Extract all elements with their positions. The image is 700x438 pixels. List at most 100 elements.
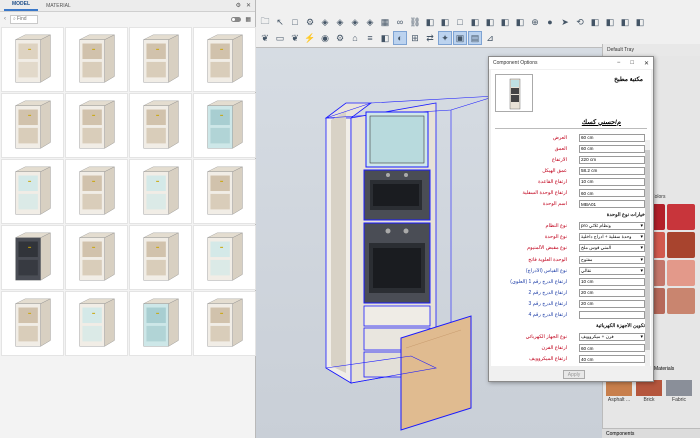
hat-icon[interactable]: ⌂ bbox=[348, 31, 362, 45]
leaf-icon[interactable]: ❦ bbox=[258, 31, 272, 45]
component-thumbnail[interactable] bbox=[65, 93, 128, 158]
folder-icon[interactable]: 🗀 bbox=[258, 15, 272, 29]
option-input[interactable]: 60 cm bbox=[579, 133, 645, 142]
box-icon[interactable]: ◧ bbox=[588, 15, 602, 29]
component-thumbnail[interactable] bbox=[1, 225, 64, 290]
box-icon[interactable]: ◧ bbox=[468, 15, 482, 29]
box-icon[interactable]: ◧ bbox=[603, 15, 617, 29]
measure-icon[interactable]: ⊞ bbox=[408, 31, 422, 45]
option-input[interactable]: 10 cm bbox=[579, 177, 645, 186]
square-icon[interactable]: □ bbox=[288, 15, 302, 29]
box-icon[interactable]: ◧ bbox=[498, 15, 512, 29]
component-thumbnail[interactable] bbox=[65, 27, 128, 92]
component-thumbnail[interactable] bbox=[129, 159, 192, 224]
option-select[interactable]: فرن + ميكروويف bbox=[579, 333, 645, 342]
rect-icon[interactable]: ▭ bbox=[273, 31, 287, 45]
arrows-icon[interactable]: ⇄ bbox=[423, 31, 437, 45]
color-swatch[interactable] bbox=[667, 288, 695, 314]
dot-icon[interactable]: ● bbox=[543, 15, 557, 29]
stack-icon[interactable]: ≡ bbox=[363, 31, 377, 45]
plus-icon[interactable]: ⊕ bbox=[528, 15, 542, 29]
apply-button[interactable]: Apply bbox=[563, 370, 585, 379]
option-input[interactable]: 60 cm bbox=[579, 189, 645, 198]
box-icon[interactable]: ◧ bbox=[378, 31, 392, 45]
ruler-icon[interactable]: ⊿ bbox=[483, 31, 497, 45]
option-input[interactable]: 20 cm bbox=[579, 299, 645, 308]
eye-icon[interactable]: ◉ bbox=[318, 31, 332, 45]
square-icon[interactable]: □ bbox=[453, 15, 467, 29]
box-icon[interactable]: ◧ bbox=[483, 15, 497, 29]
tab-material[interactable]: MATERIAL bbox=[38, 1, 79, 11]
option-input[interactable]: 20 cm bbox=[579, 288, 645, 297]
grid-view-icon[interactable]: ▦ bbox=[245, 16, 251, 23]
loop-icon[interactable]: ∞ bbox=[393, 15, 407, 29]
component-thumbnail[interactable] bbox=[193, 159, 256, 224]
component-thumbnail[interactable] bbox=[1, 291, 64, 356]
option-select[interactable]: ألمني قوس ملخ bbox=[579, 244, 645, 253]
drop-icon[interactable]: ◈ bbox=[333, 15, 347, 29]
box-icon[interactable]: ◧ bbox=[633, 15, 647, 29]
arrow-icon[interactable]: ➤ bbox=[558, 15, 572, 29]
color-swatch[interactable] bbox=[667, 204, 695, 230]
settings-icon[interactable]: ⚙ bbox=[236, 2, 241, 9]
component-thumbnail[interactable] bbox=[65, 225, 128, 290]
link-icon[interactable]: ⛓ bbox=[408, 15, 422, 29]
lamp-icon[interactable]: ✦ bbox=[438, 31, 452, 45]
dialog-scrollbar[interactable] bbox=[645, 140, 650, 366]
component-thumbnail[interactable] bbox=[129, 291, 192, 356]
option-input[interactable]: 10 cm bbox=[579, 277, 645, 286]
option-input[interactable]: 220 cm bbox=[579, 155, 645, 164]
cursor-icon[interactable]: ↖ bbox=[273, 15, 287, 29]
option-input[interactable] bbox=[579, 311, 645, 320]
component-thumbnail[interactable] bbox=[65, 291, 128, 356]
bolt-icon[interactable]: ⚡ bbox=[303, 31, 317, 45]
option-input[interactable]: 40 cm bbox=[579, 355, 645, 364]
box-icon[interactable]: ◧ bbox=[438, 15, 452, 29]
drop-icon[interactable]: ◈ bbox=[348, 15, 362, 29]
rotate-icon[interactable]: ⟲ bbox=[573, 15, 587, 29]
view-toggle[interactable] bbox=[231, 16, 242, 22]
box-icon[interactable]: ◧ bbox=[618, 15, 632, 29]
drop-icon[interactable]: ◈ bbox=[363, 15, 377, 29]
box-icon[interactable]: ◧ bbox=[423, 15, 437, 29]
maximize-icon[interactable]: □ bbox=[630, 60, 634, 67]
color-swatch[interactable] bbox=[667, 232, 695, 258]
search-box[interactable]: ⌕ bbox=[10, 14, 38, 24]
book-icon[interactable]: ▣ bbox=[453, 31, 467, 45]
component-thumbnail[interactable] bbox=[1, 27, 64, 92]
component-thumbnail[interactable] bbox=[1, 93, 64, 158]
drop-icon[interactable]: ◈ bbox=[318, 15, 332, 29]
color-swatch[interactable] bbox=[667, 260, 695, 286]
option-input[interactable]: MBA01 bbox=[579, 200, 645, 209]
gear-icon[interactable]: ⚙ bbox=[303, 15, 317, 29]
material-thumbnail[interactable]: Asphalt ... bbox=[606, 380, 632, 403]
component-thumbnail[interactable] bbox=[129, 225, 192, 290]
option-input[interactable]: 60 cm bbox=[579, 144, 645, 153]
component-thumbnail[interactable] bbox=[129, 27, 192, 92]
option-select[interactable]: مفتوح bbox=[579, 255, 645, 264]
tab-model[interactable]: MODEL bbox=[4, 0, 39, 11]
paint-icon[interactable]: ◐ bbox=[393, 31, 407, 45]
component-thumbnail[interactable] bbox=[193, 93, 256, 158]
option-select[interactable]: pro ونظام ثلاثي bbox=[579, 222, 645, 231]
close-icon[interactable]: ✕ bbox=[246, 2, 251, 9]
option-input[interactable]: 60 cm bbox=[579, 344, 645, 353]
option-select[interactable]: نقالي bbox=[579, 266, 645, 275]
option-input[interactable]: 58.2 cm bbox=[579, 166, 645, 175]
component-thumbnail[interactable] bbox=[193, 225, 256, 290]
component-thumbnail[interactable] bbox=[1, 159, 64, 224]
search-input[interactable] bbox=[16, 16, 33, 22]
grid-icon[interactable]: ▦ bbox=[378, 15, 392, 29]
component-thumbnail[interactable] bbox=[129, 93, 192, 158]
component-thumbnail[interactable] bbox=[65, 159, 128, 224]
back-icon[interactable]: ‹ bbox=[4, 16, 6, 22]
close-icon[interactable]: ✕ bbox=[644, 60, 649, 67]
box-icon[interactable]: ◧ bbox=[513, 15, 527, 29]
component-thumbnail[interactable] bbox=[193, 27, 256, 92]
components-section[interactable]: Components bbox=[602, 428, 700, 438]
option-select[interactable]: وحدة سفلية + أدراج داخلية bbox=[579, 233, 645, 242]
minimize-icon[interactable]: − bbox=[617, 60, 621, 67]
settings-icon[interactable]: ⚙ bbox=[333, 31, 347, 45]
clipboard-icon[interactable]: ▤ bbox=[468, 31, 482, 45]
material-thumbnail[interactable]: Fabric bbox=[666, 380, 692, 403]
